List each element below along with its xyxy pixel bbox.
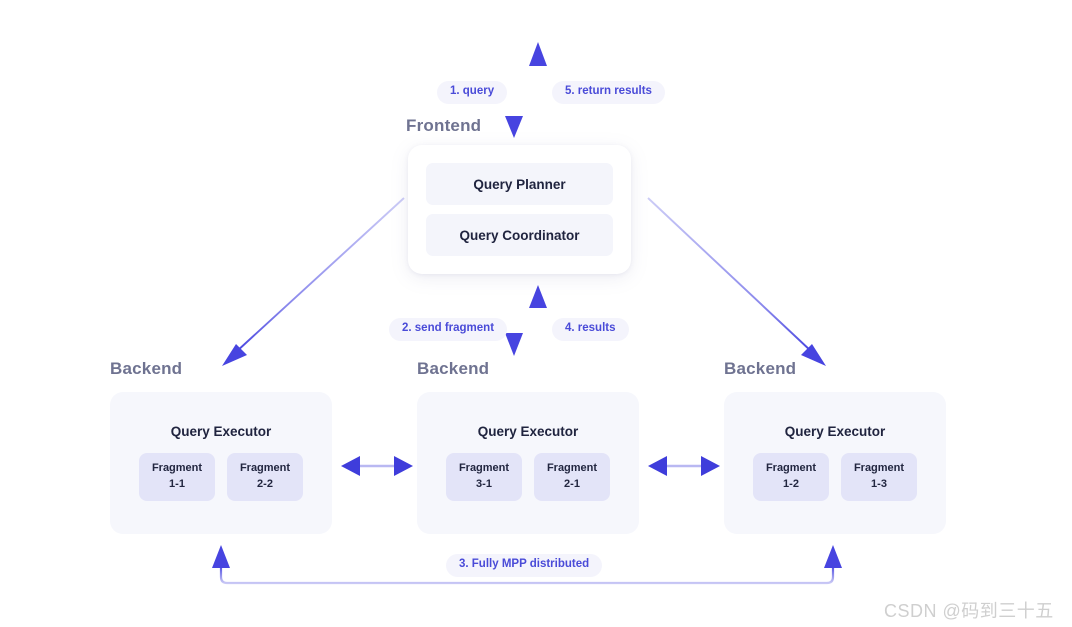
- fragment-name: Fragment: [239, 462, 291, 475]
- fragment-id: 1-3: [871, 478, 887, 490]
- fragment-name: Fragment: [458, 462, 510, 475]
- tier-title-backend-left: Backend: [110, 359, 183, 378]
- flow-label-step1: 1. query: [437, 81, 508, 104]
- fragment-name: Fragment: [151, 462, 203, 475]
- arrow-return-results-up: [529, 42, 547, 135]
- fragment-box: Fragment 2-2: [227, 453, 303, 501]
- flow-label-step3: 3. Fully MPP distributed: [446, 554, 603, 577]
- tier-title-backend-center: Backend: [417, 359, 490, 378]
- fragment-box: Fragment 1-3: [841, 453, 917, 501]
- backend-card-center: Query Executor Fragment 3-1 Fragment 2-1: [417, 392, 639, 534]
- flow-label-step2: 2. send fragment: [389, 318, 508, 341]
- fragment-name: Fragment: [546, 462, 598, 475]
- query-executor-label-left: Query Executor: [170, 424, 272, 439]
- query-executor-label-center: Query Executor: [477, 424, 579, 439]
- fragment-group-center: Fragment 3-1 Fragment 2-1: [417, 453, 639, 501]
- query-coordinator-box: Query Coordinator: [426, 214, 613, 256]
- fragment-name: Fragment: [853, 462, 905, 475]
- tier-title-frontend: Frontend: [406, 116, 482, 135]
- fragment-box: Fragment 1-1: [139, 453, 215, 501]
- query-planner-label: Query Planner: [473, 176, 566, 192]
- arrow-frontend-to-backend-right: [647, 197, 826, 366]
- arrow-backend-center-right-bidirectional: [648, 456, 720, 476]
- fragment-box: Fragment 3-1: [446, 453, 522, 501]
- backend-card-right: Query Executor Fragment 1-2 Fragment 1-3: [724, 392, 946, 534]
- fragment-box: Fragment 1-2: [753, 453, 829, 501]
- csdn-watermark: CSDN @码到三十五: [884, 601, 1054, 621]
- fragment-id: 1-1: [169, 478, 185, 490]
- query-coordinator-label: Query Coordinator: [459, 227, 580, 243]
- arrow-send-fragment-down: [505, 288, 523, 356]
- flow-label-step5: 5. return results: [552, 81, 665, 104]
- fragment-name: Fragment: [765, 462, 817, 475]
- fragment-id: 2-2: [257, 478, 273, 490]
- query-executor-label-right: Query Executor: [784, 424, 886, 439]
- arrow-query-down: [505, 46, 523, 138]
- frontend-card: Query Planner Query Coordinator: [408, 145, 631, 274]
- fragment-id: 1-2: [783, 478, 799, 490]
- query-planner-box: Query Planner: [426, 163, 613, 205]
- backend-card-left: Query Executor Fragment 1-1 Fragment 2-2: [110, 392, 332, 534]
- fragment-box: Fragment 2-1: [534, 453, 610, 501]
- fragment-group-left: Fragment 1-1 Fragment 2-2: [110, 453, 332, 501]
- fragment-group-right: Fragment 1-2 Fragment 1-3: [724, 453, 946, 501]
- fragment-id: 2-1: [564, 478, 580, 490]
- fragment-id: 3-1: [476, 478, 492, 490]
- diagram-canvas: Frontend Backend Backend Backend Query P…: [0, 0, 1072, 627]
- arrow-frontend-to-backend-left: [222, 197, 405, 366]
- arrow-results-up: [529, 285, 547, 352]
- arrow-backend-left-center-bidirectional: [341, 456, 413, 476]
- tier-title-backend-right: Backend: [724, 359, 797, 378]
- flow-label-step4: 4. results: [552, 318, 629, 341]
